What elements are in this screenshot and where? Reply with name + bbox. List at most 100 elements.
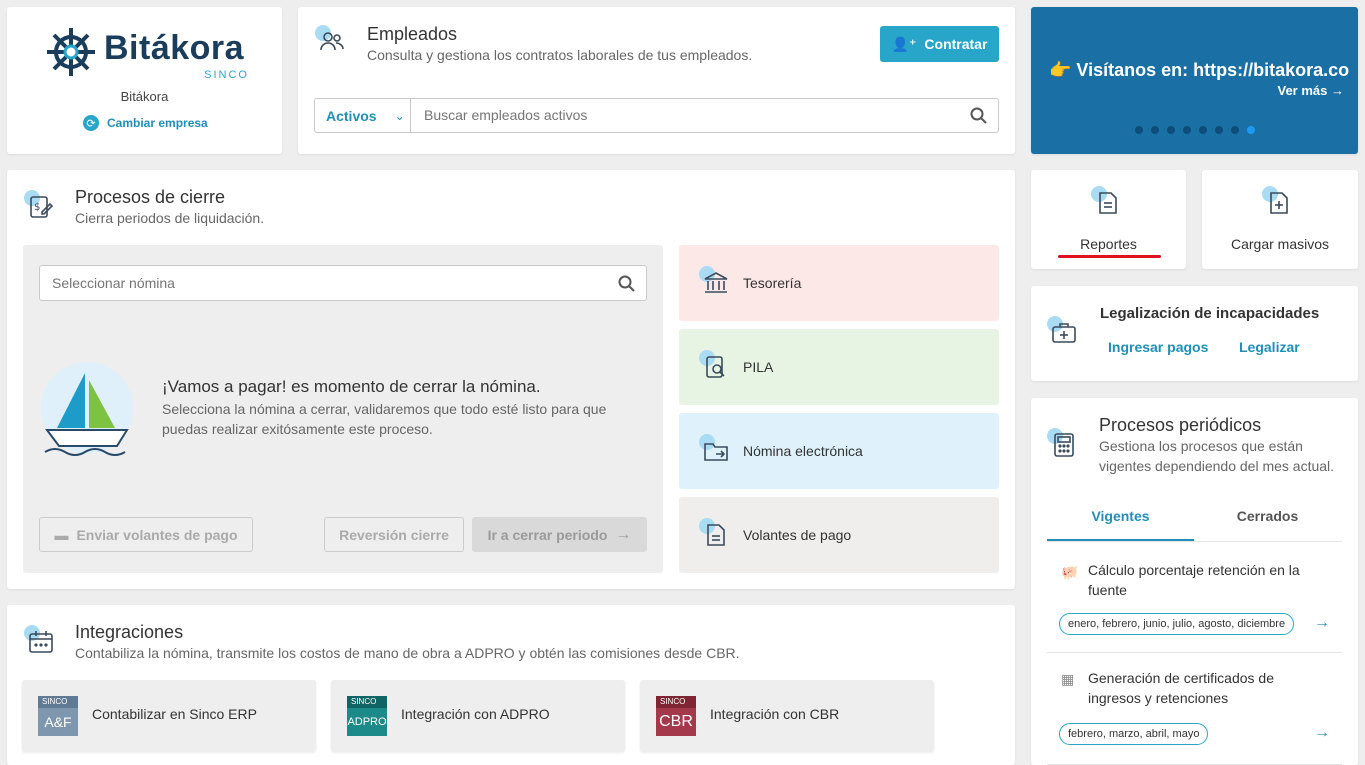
search-icon[interactable]: [970, 107, 988, 125]
months-chip: febrero, marzo, abril, mayo: [1059, 723, 1209, 745]
slide-dot[interactable]: [1215, 126, 1223, 134]
af-logo-top: SINCO: [38, 696, 78, 708]
folder-arrow-icon: [699, 434, 733, 468]
payroll-select-field[interactable]: [39, 265, 647, 301]
integration-cbr-label: Integración con CBR: [710, 706, 840, 722]
incapacities-card: Legalización de incapacidades Ingresar p…: [1031, 286, 1358, 381]
tab-current-label: Vigentes: [1091, 508, 1150, 524]
calculator-icon: [1047, 428, 1081, 462]
tile-treasury-label: Tesorería: [743, 275, 802, 291]
payroll-doc-icon: $: [24, 190, 58, 224]
reports-shortcut[interactable]: Reportes: [1031, 170, 1186, 269]
tab-closed[interactable]: Cerrados: [1194, 499, 1341, 541]
legalize-link[interactable]: Legalizar: [1239, 339, 1300, 355]
bulk-upload-shortcut[interactable]: Cargar masivos: [1202, 170, 1358, 269]
arrow-right-icon[interactable]: →: [1314, 614, 1330, 632]
employee-search-input[interactable]: [424, 107, 944, 123]
banner-more-link[interactable]: Ver más →: [1278, 83, 1345, 98]
periodic-title: Procesos periódicos: [1099, 415, 1262, 435]
process-title: Generación de certificados de ingresos y…: [1088, 670, 1274, 706]
months-chip: enero, febrero, junio, julio, agosto, di…: [1059, 613, 1295, 635]
tile-pila[interactable]: PILA: [679, 329, 999, 405]
folder-icon: ▬: [54, 526, 69, 543]
cbr-logo-top: SINCO: [656, 696, 696, 708]
employees-icon: [315, 25, 349, 59]
hire-button[interactable]: 👤⁺ Contratar: [880, 26, 999, 62]
chevron-down-icon: ⌄: [394, 108, 405, 123]
integration-cbr[interactable]: SINCO CBR Integración con CBR: [640, 680, 934, 752]
banner-text: 👉 Visítanos en: https://bitakora.co: [1049, 60, 1350, 80]
incapacities-title: Legalización de incapacidades: [1100, 305, 1320, 322]
tile-treasury[interactable]: Tesorería: [679, 245, 999, 321]
send-payslips-button[interactable]: ▬ Enviar volantes de pago: [39, 517, 253, 552]
af-logo-text: A&F: [44, 714, 72, 730]
integration-adpro[interactable]: SINCO ADPRO Integración con ADPRO: [331, 680, 625, 752]
closing-panel: ¡Vamos a pagar! es momento de cerrar la …: [23, 245, 663, 573]
integration-adpro-label: Integración con ADPRO: [401, 706, 550, 722]
sailboat-illustration: [41, 362, 133, 456]
adpro-logo-text: ADPRO: [347, 716, 387, 728]
promo-text: Selecciona la nómina a cerrar, validarem…: [162, 401, 607, 437]
close-period-button[interactable]: Ir a cerrar periodo →: [472, 517, 647, 552]
close-period-label: Ir a cerrar periodo: [487, 526, 608, 543]
tile-payslips-label: Volantes de pago: [743, 527, 852, 543]
change-company-link[interactable]: ⟳ Cambiar empresa: [83, 115, 208, 131]
tab-current[interactable]: Vigentes: [1047, 499, 1194, 541]
periodic-subtitle: Gestiona los procesos que están vigentes…: [1099, 438, 1335, 474]
slide-dot[interactable]: [1199, 126, 1207, 134]
arrow-right-icon[interactable]: →: [1314, 724, 1330, 742]
tile-electronic-payroll-label: Nómina electrónica: [743, 443, 863, 459]
slide-dot[interactable]: [1231, 126, 1239, 134]
slide-dot[interactable]: [1135, 126, 1143, 134]
svg-text:$: $: [34, 202, 40, 213]
logo-sub: SINCO: [204, 69, 249, 81]
slide-dot[interactable]: [1183, 126, 1191, 134]
cbr-logo-text: CBR: [659, 713, 693, 730]
calculator-small-icon: ▦: [1061, 671, 1075, 687]
bulk-upload-label: Cargar masivos: [1230, 236, 1330, 252]
integration-sinco-erp-label: Contabilizar en Sinco ERP: [92, 706, 257, 722]
ship-wheel-icon: [47, 28, 95, 76]
slide-dot[interactable]: [1151, 126, 1159, 134]
slide-dot-active[interactable]: [1247, 126, 1255, 134]
banner-pagination: [1135, 126, 1255, 134]
cbr-logo: SINCO CBR: [656, 696, 696, 736]
document-icon: [699, 518, 733, 552]
logo-word: Bitákora: [104, 29, 245, 67]
promo-title: ¡Vamos a pagar! es momento de cerrar la …: [162, 377, 541, 396]
enter-payments-link[interactable]: Ingresar pagos: [1108, 339, 1208, 355]
list-item[interactable]: 🐖 Cálculo porcentaje retención en la fue…: [1047, 541, 1342, 653]
closing-subtitle: Cierra periodos de liquidación.: [75, 210, 265, 226]
tab-closed-label: Cerrados: [1236, 508, 1299, 524]
employees-subtitle: Consulta y gestiona los contratos labora…: [367, 47, 753, 63]
payroll-select-input[interactable]: [52, 275, 592, 291]
reports-label: Reportes: [1080, 236, 1137, 252]
integration-sinco-erp[interactable]: SINCO A&F Contabilizar en Sinco ERP: [22, 680, 316, 752]
slide-dot[interactable]: [1167, 126, 1175, 134]
integrations-title: Integraciones: [75, 622, 184, 642]
hire-label: Contratar: [924, 36, 988, 52]
revert-closing-button[interactable]: Reversión cierre: [324, 517, 464, 552]
calendar-icon: [24, 625, 58, 659]
af-logo: SINCO A&F: [38, 696, 78, 736]
tile-payslips[interactable]: Volantes de pago: [679, 497, 999, 573]
reports-underline: [1058, 255, 1161, 258]
employee-search-field[interactable]: [410, 98, 999, 133]
tile-electronic-payroll[interactable]: Nómina electrónica: [679, 413, 999, 489]
company-card: Bitákora SINCO Bitákora ⟳ Cambiar empres…: [7, 7, 282, 154]
integrations-subtitle: Contabiliza la nómina, transmite los cos…: [75, 645, 740, 661]
refresh-icon: ⟳: [83, 115, 99, 131]
bank-icon: [699, 266, 733, 300]
list-item[interactable]: ▦ Generación de certificados de ingresos…: [1047, 653, 1342, 765]
closing-title: Procesos de cierre: [75, 187, 226, 207]
send-payslips-label: Enviar volantes de pago: [76, 526, 238, 543]
tile-pila-label: PILA: [743, 359, 774, 375]
bitakora-logo: Bitákora SINCO: [44, 25, 249, 85]
employees-title: Empleados: [367, 24, 458, 44]
search-icon[interactable]: [618, 275, 636, 293]
file-add-icon: [1262, 186, 1296, 220]
revert-closing-label: Reversión cierre: [339, 526, 449, 543]
medical-kit-icon: [1047, 316, 1081, 350]
employee-status-select[interactable]: Activos ⌄: [314, 98, 410, 133]
promo-banner[interactable]: 👉 Visítanos en: https://bitakora.co Ver …: [1031, 7, 1358, 154]
